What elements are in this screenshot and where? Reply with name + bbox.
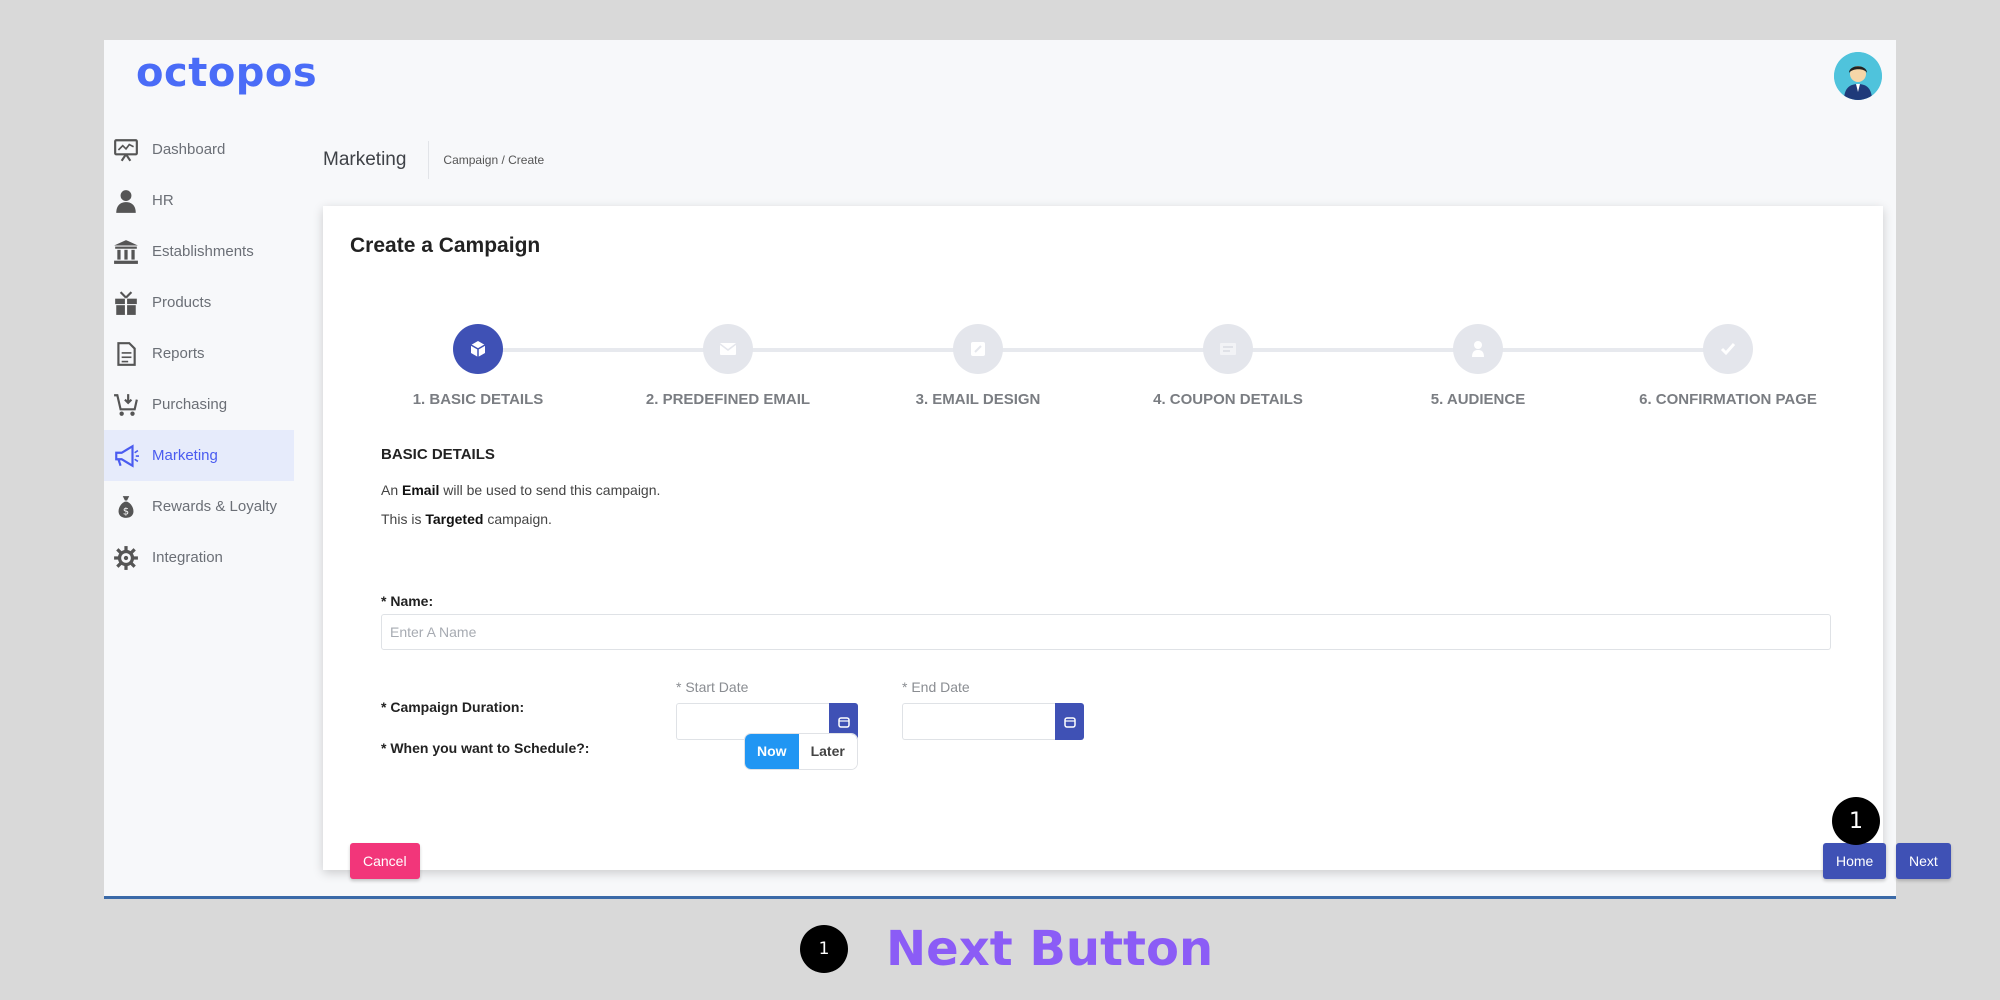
sidebar-item-label: Purchasing xyxy=(152,396,228,413)
end-date-picker xyxy=(902,703,1084,740)
step-confirmation-page[interactable]: 6. CONFIRMATION PAGE xyxy=(1608,324,1848,408)
breadcrumb[interactable]: Campaign / Create xyxy=(429,153,544,167)
sidebar-item-label: Establishments xyxy=(152,243,254,260)
gift-icon xyxy=(112,289,140,317)
megaphone-icon xyxy=(112,442,140,470)
sidebar-item-hr[interactable]: HR xyxy=(104,175,294,226)
info-text: An xyxy=(381,482,403,498)
app-window: octopos Dashboard HR Establishments Prod… xyxy=(104,40,1951,898)
step-coupon-details[interactable]: 4. COUPON DETAILS xyxy=(1108,324,1348,408)
sidebar-item-products[interactable]: Products xyxy=(104,277,294,328)
page-title: Marketing xyxy=(323,141,430,179)
caption-marker: 1 xyxy=(800,925,848,973)
sidebar-item-label: Rewards & Loyalty xyxy=(152,498,278,515)
sidebar-item-label: Integration xyxy=(152,549,223,566)
user-avatar-icon[interactable] xyxy=(1834,52,1882,100)
sidebar-item-rewards-loyalty[interactable]: $ Rewards & Loyalty xyxy=(104,481,294,532)
step-label: 5. AUDIENCE xyxy=(1430,391,1526,408)
schedule-now-option[interactable]: Now xyxy=(745,734,799,769)
schedule-label: * When you want to Schedule?: xyxy=(381,740,590,756)
info-bold: Targeted xyxy=(425,511,484,527)
sidebar-item-marketing[interactable]: Marketing xyxy=(104,430,294,481)
step-audience[interactable]: 5. AUDIENCE xyxy=(1358,324,1598,408)
step-label: 3. EMAIL DESIGN xyxy=(915,391,1041,408)
coupon-icon xyxy=(1203,324,1253,374)
person-icon xyxy=(112,187,140,215)
sidebar-item-integration[interactable]: Integration xyxy=(104,532,294,583)
bank-icon xyxy=(112,238,140,266)
info-text: This is xyxy=(381,511,426,527)
document-icon xyxy=(112,340,140,368)
create-campaign-card: Create a Campaign 1. BASIC DETAILS 2. PR… xyxy=(323,206,1951,879)
start-date-label: * Start Date xyxy=(676,679,749,695)
end-date-label: * End Date xyxy=(902,679,970,695)
money-bag-icon: $ xyxy=(112,493,140,521)
caption-text: Next Button xyxy=(886,921,1214,977)
check-icon xyxy=(1703,324,1753,374)
page-header: Marketing Campaign / Create xyxy=(323,140,544,180)
sidebar-item-establishments[interactable]: Establishments xyxy=(104,226,294,277)
svg-text:$: $ xyxy=(123,506,129,517)
schedule-later-option[interactable]: Later xyxy=(798,734,857,769)
info-text: will be used to send this campaign. xyxy=(439,482,661,498)
sidebar-item-reports[interactable]: Reports xyxy=(104,328,294,379)
sidebar-item-purchasing[interactable]: Purchasing xyxy=(104,379,294,430)
gear-icon xyxy=(112,544,140,572)
app-bottom-border xyxy=(104,896,1896,899)
annotation-caption: 1 Next Button xyxy=(800,914,1213,984)
step-label: 1. BASIC DETAILS xyxy=(412,391,544,408)
sidebar: Dashboard HR Establishments Products Rep… xyxy=(104,124,294,583)
info-targeted-line: This is Targeted campaign. xyxy=(381,511,552,527)
edit-icon xyxy=(953,324,1003,374)
dashboard-icon xyxy=(112,136,140,164)
section-title: BASIC DETAILS xyxy=(381,446,495,463)
step-predefined-email[interactable]: 2. PREDEFINED EMAIL xyxy=(608,324,848,408)
cart-icon xyxy=(112,391,140,419)
home-button[interactable]: Home xyxy=(1823,843,1887,879)
name-label: * Name: xyxy=(381,593,434,609)
end-date-input[interactable] xyxy=(902,703,1055,740)
octopos-logo[interactable]: octopos xyxy=(136,50,317,96)
sidebar-item-label: Dashboard xyxy=(152,141,226,158)
campaign-stepper: 1. BASIC DETAILS 2. PREDEFINED EMAIL 3. … xyxy=(353,324,1853,408)
name-input[interactable] xyxy=(381,614,1831,650)
schedule-toggle: Now Later xyxy=(744,733,858,770)
step-basic-details[interactable]: 1. BASIC DETAILS xyxy=(358,324,598,408)
sidebar-item-label: Reports xyxy=(152,345,205,362)
card-title: Create a Campaign xyxy=(350,234,541,257)
sidebar-item-label: HR xyxy=(152,192,174,209)
info-text: campaign. xyxy=(483,511,552,527)
campaign-duration-label: * Campaign Duration: xyxy=(381,699,525,715)
step-label: 6. CONFIRMATION PAGE xyxy=(1639,391,1817,408)
user-icon xyxy=(1453,324,1503,374)
info-email-line: An Email will be used to send this campa… xyxy=(381,482,660,498)
sidebar-item-label: Marketing xyxy=(152,447,218,464)
sidebar-item-label: Products xyxy=(152,294,212,311)
sidebar-item-dashboard[interactable]: Dashboard xyxy=(104,124,294,175)
envelope-icon xyxy=(703,324,753,374)
step-email-design[interactable]: 3. EMAIL DESIGN xyxy=(858,324,1098,408)
calendar-icon[interactable] xyxy=(1055,703,1084,740)
cube-icon xyxy=(453,324,503,374)
next-button[interactable]: Next xyxy=(1896,843,1951,879)
cancel-button[interactable]: Cancel xyxy=(350,843,420,879)
annotation-marker: 1 xyxy=(1832,797,1880,845)
info-bold: Email xyxy=(402,482,440,498)
step-label: 2. PREDEFINED EMAIL xyxy=(645,391,811,408)
step-label: 4. COUPON DETAILS xyxy=(1153,391,1303,408)
